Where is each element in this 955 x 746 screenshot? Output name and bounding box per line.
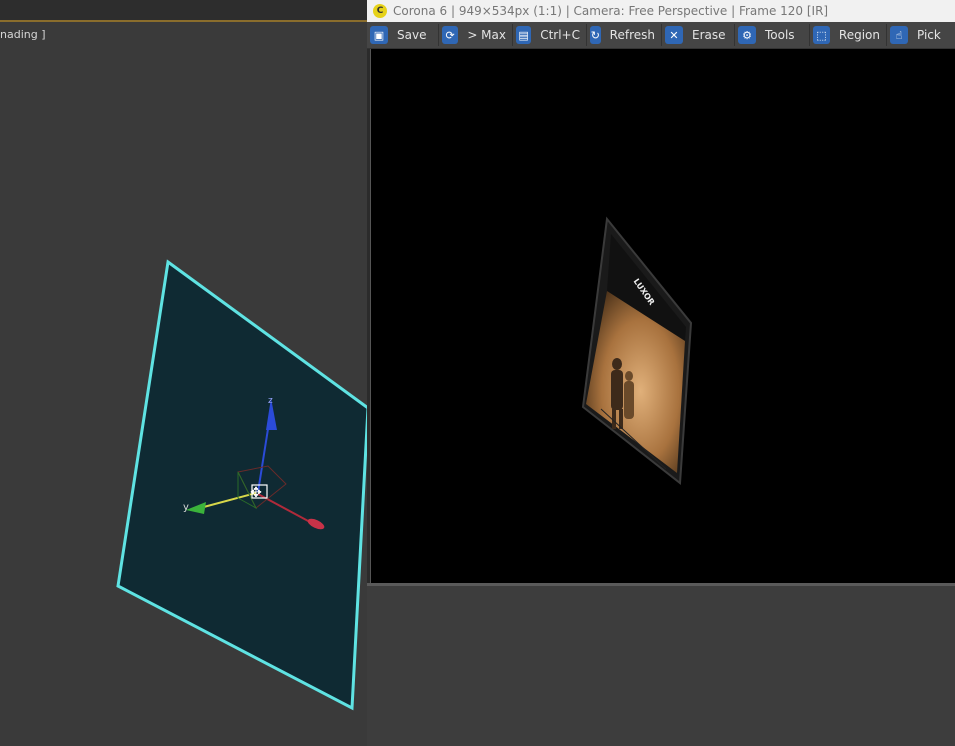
pick-label: Pick <box>917 28 941 42</box>
viewport-scene[interactable]: ✥ <box>0 0 368 746</box>
svg-text:✥: ✥ <box>250 485 262 501</box>
refresh-icon: ↻ <box>590 26 601 44</box>
tools-icon: ⚙ <box>738 26 756 44</box>
region-button[interactable]: ⬚ Region <box>810 24 887 46</box>
tools-label: Tools <box>765 28 795 42</box>
corona-logo-icon: C <box>373 4 387 18</box>
pick-icon: ☝ <box>890 26 908 44</box>
gizmo-z-label: z <box>268 396 273 406</box>
copy-icon: ▤ <box>516 26 532 44</box>
pick-button[interactable]: ☝ Pick <box>887 24 947 46</box>
copy-button[interactable]: ▤ Ctrl+C <box>513 24 587 46</box>
vfb-title: Corona 6 | 949×534px (1:1) | Camera: Fre… <box>393 4 829 18</box>
erase-icon: ✕ <box>665 26 683 44</box>
erase-button[interactable]: ✕ Erase <box>662 24 735 46</box>
tools-button[interactable]: ⚙ Tools <box>735 24 810 46</box>
save-label: Save <box>397 28 427 42</box>
region-label: Region <box>838 28 880 42</box>
gizmo-y-label: y <box>183 502 189 513</box>
send-to-max-button[interactable]: ⟳ > Max <box>439 24 513 46</box>
max-icon: ⟳ <box>442 26 459 44</box>
save-button[interactable]: ▣ Save <box>367 24 439 46</box>
send-to-max-label: > Max <box>467 28 506 42</box>
refresh-label: Refresh <box>609 28 655 42</box>
vfb-toolbar: ▣ Save ⟳ > Max ▤ Ctrl+C ↻ Refresh ✕ Eras… <box>367 22 955 49</box>
save-icon: ▣ <box>370 26 388 44</box>
vfb-titlebar[interactable]: C Corona 6 | 949×534px (1:1) | Camera: F… <box>367 0 955 22</box>
region-icon: ⬚ <box>813 26 830 44</box>
panel-below-vfb <box>367 586 955 746</box>
selected-plane[interactable] <box>116 259 368 711</box>
corona-vfb-window[interactable]: C Corona 6 | 949×534px (1:1) | Camera: F… <box>367 0 955 586</box>
erase-label: Erase <box>692 28 726 42</box>
refresh-button[interactable]: ↻ Refresh <box>587 24 662 46</box>
rendered-image <box>581 216 693 485</box>
render-canvas[interactable]: LUXOR <box>370 49 955 583</box>
copy-label: Ctrl+C <box>540 28 580 42</box>
